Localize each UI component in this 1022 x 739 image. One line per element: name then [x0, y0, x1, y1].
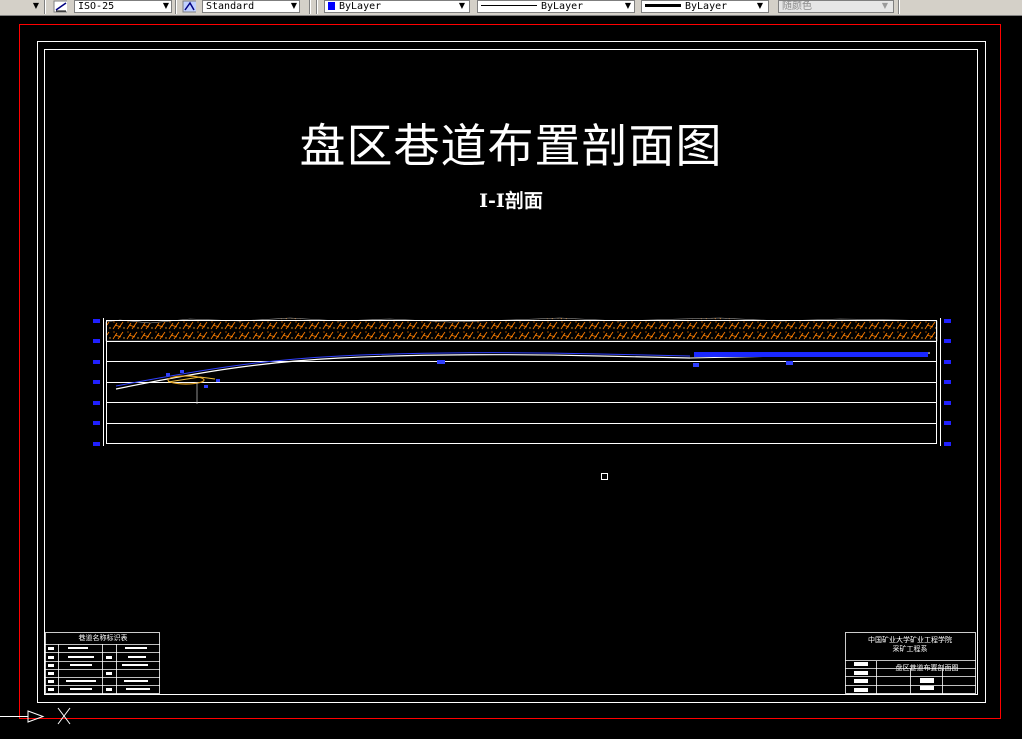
drawing-title: 盘区巷道布置剖面图: [299, 119, 723, 173]
roadway-line: [115, 352, 691, 387]
seam-line: [115, 354, 691, 390]
title-block-university: 中国矿业大学矿业工程学院: [868, 636, 952, 644]
legend-table-title: 巷道名称标识表: [78, 634, 128, 642]
ucs-icon: [0, 707, 71, 725]
section-label: I-I剖面: [479, 190, 543, 212]
title-block-department: 采矿工程系: [892, 645, 928, 653]
crosshair-pickbox: [601, 473, 608, 480]
cross-section: [93, 317, 951, 446]
working-face-roadway: [694, 352, 928, 357]
surface-strata: [105, 317, 938, 342]
title-block-drawing-name: 盘区巷道布置剖面图: [895, 664, 959, 672]
